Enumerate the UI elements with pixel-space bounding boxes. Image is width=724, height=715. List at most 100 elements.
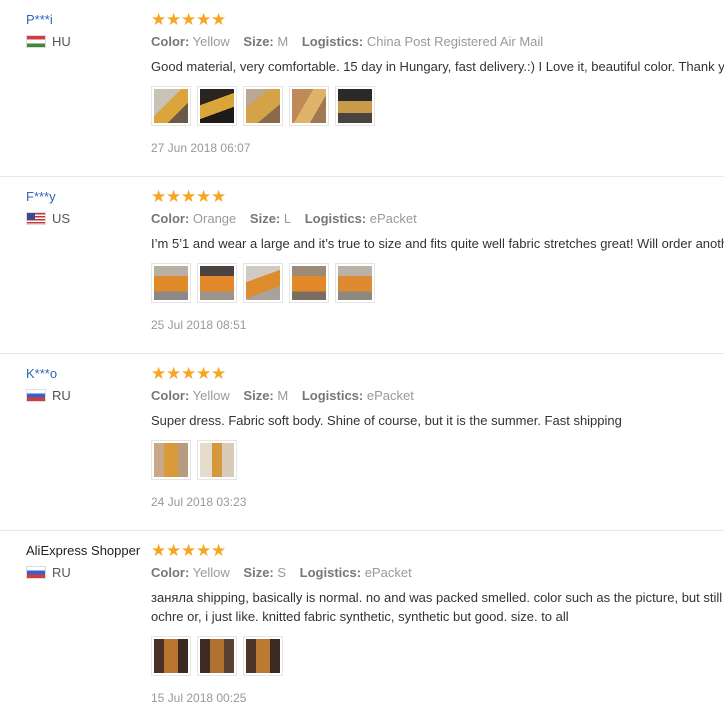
review-date: 27 Jun 2018 06:07 [151,141,251,155]
review-photos [151,86,724,126]
logistics-label: Logistics: [301,34,364,49]
ru-flag-icon [26,566,46,579]
star-icon: ★ [166,541,182,560]
color-value: Yellow [192,34,230,49]
country-code: US [52,211,71,226]
reviewer-name-link[interactable]: F***y [26,189,70,204]
review-body: ★★★★★ Color: Orange Size: L Logistics: e… [151,187,724,332]
review-body: ★★★★★ Color: Yellow Size: M Logistics: C… [151,10,724,155]
logistics-value: China Post Registered Air Mail [366,34,544,49]
color-label: Color: [151,34,190,49]
star-rating: ★★★★★ [151,541,724,561]
review-text: Super dress. Fabric soft body. Shine of … [151,413,622,428]
review-text: I’m 5’1 and wear a large and it’s true t… [151,236,724,251]
reviewer-country: HU [26,34,71,49]
star-icon: ★ [166,10,182,29]
review-user: AliExpress Shopper RU [26,543,140,580]
order-attributes: Color: Orange Size: L Logistics: ePacket [151,211,724,226]
order-attributes: Color: Yellow Size: S Logistics: ePacket [151,565,724,580]
star-icon: ★ [196,541,212,560]
size-label: Size: [243,565,274,580]
star-icon: ★ [181,10,197,29]
star-icon: ★ [151,10,167,29]
review-date: 15 Jul 2018 00:25 [151,691,247,705]
us-flag-icon [26,212,46,225]
ru-flag-icon [26,389,46,402]
color-label: Color: [151,388,190,403]
review-photo-thumbnail[interactable] [335,263,375,303]
reviewer-country: RU [26,388,71,403]
star-icon: ★ [196,364,212,383]
review-photo-thumbnail[interactable] [243,86,283,126]
review-photo-thumbnail[interactable] [197,636,237,676]
review-photo-thumbnail[interactable] [197,263,237,303]
size-value: S [277,565,287,580]
star-icon: ★ [211,541,227,560]
star-icon: ★ [151,541,167,560]
star-icon: ★ [196,187,212,206]
size-label: Size: [243,388,274,403]
size-label: Size: [249,211,281,226]
logistics-value: ePacket [364,565,412,580]
review-photo-thumbnail[interactable] [151,636,191,676]
reviewer-name-link[interactable]: P***i [26,12,71,27]
review-photo-thumbnail[interactable] [243,263,283,303]
star-icon: ★ [151,187,167,206]
review-photo-thumbnail[interactable] [197,86,237,126]
reviewer-country: US [26,211,70,226]
size-label: Size: [243,34,274,49]
country-code: HU [52,34,71,49]
review-item: F***y US ★★★★★ Color: Orange Size: L Log… [0,177,724,354]
reviewer-name: AliExpress Shopper [26,543,141,558]
review-photo-thumbnail[interactable] [335,86,375,126]
country-code: RU [52,565,71,580]
star-icon: ★ [196,10,212,29]
review-user: F***y US [26,189,70,226]
color-label: Color: [151,565,190,580]
review-photo-thumbnail[interactable] [289,263,329,303]
star-icon: ★ [151,364,167,383]
star-rating: ★★★★★ [151,364,724,384]
size-value: M [277,388,289,403]
star-icon: ★ [166,364,182,383]
size-value: M [277,34,289,49]
review-photo-thumbnail[interactable] [151,263,191,303]
review-photos [151,440,724,480]
review-item: AliExpress Shopper RU ★★★★★ Color: Yello… [0,531,724,715]
review-text: Good material, very comfortable. 15 day … [151,59,724,74]
star-icon: ★ [211,364,227,383]
review-photos [151,263,724,303]
review-photo-thumbnail[interactable] [289,86,329,126]
review-item: P***i HU ★★★★★ Color: Yellow Size: M Log… [0,0,724,177]
logistics-label: Logistics: [299,565,362,580]
logistics-value: ePacket [366,388,414,403]
review-photo-thumbnail[interactable] [197,440,237,480]
review-photo-thumbnail[interactable] [151,440,191,480]
star-rating: ★★★★★ [151,10,724,30]
review-text: заняла shipping, basically is normal. no… [151,590,723,624]
color-value: Orange [192,211,237,226]
review-date: 24 Jul 2018 03:23 [151,495,247,509]
color-value: Yellow [192,565,230,580]
review-body: ★★★★★ Color: Yellow Size: S Logistics: e… [151,541,724,705]
star-icon: ★ [211,10,227,29]
size-value: L [283,211,292,226]
star-icon: ★ [181,187,197,206]
review-item: K***o RU ★★★★★ Color: Yellow Size: M Log… [0,354,724,531]
logistics-label: Logistics: [304,211,367,226]
review-date: 25 Jul 2018 08:51 [151,318,247,332]
review-photos [151,636,724,676]
star-icon: ★ [181,364,197,383]
logistics-value: ePacket [369,211,417,226]
color-label: Color: [151,211,190,226]
logistics-label: Logistics: [301,388,364,403]
star-icon: ★ [211,187,227,206]
star-rating: ★★★★★ [151,187,724,207]
color-value: Yellow [192,388,230,403]
review-user: P***i HU [26,12,71,49]
review-photo-thumbnail[interactable] [151,86,191,126]
reviewer-name-link[interactable]: K***o [26,366,71,381]
review-photo-thumbnail[interactable] [243,636,283,676]
review-user: K***o RU [26,366,71,403]
reviewer-country: RU [26,565,140,580]
